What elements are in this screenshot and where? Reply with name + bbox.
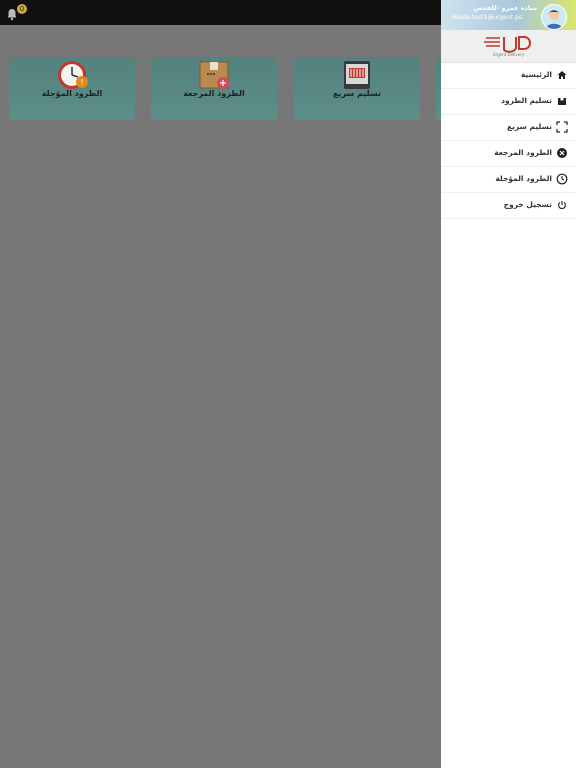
navigation-drawer: مبادة عمرو -للفحص obada-test1@urgent.ps … [441, 0, 576, 768]
menu-item-returned-parcels[interactable]: الطرود المرجعة [441, 141, 576, 167]
drawer-menu: الرئيسية تسليم الطرود تسليم سريع الطرود … [441, 63, 576, 219]
tile-quick-delivery[interactable]: تسليم سريع [294, 57, 420, 120]
close-circle-icon [557, 148, 567, 158]
clock-icon [556, 173, 568, 185]
menu-item-label: الرئيسية [520, 70, 552, 79]
menu-item-label: تسليم سريع [506, 122, 552, 131]
barcode-scan-icon [344, 61, 370, 89]
clock-icon: ! [58, 61, 88, 89]
menu-item-label: تسليم الطرود [501, 96, 552, 105]
menu-item-label: الطرود المؤجلة [495, 174, 552, 183]
menu-item-logout[interactable]: تسجيل خروج [441, 193, 576, 219]
user-email: obada-test1@urgent.ps [451, 14, 522, 21]
package-icon [558, 98, 566, 105]
menu-item-quick-delivery[interactable]: تسليم سريع [441, 115, 576, 141]
menu-item-label: الطرود المرجعة [494, 148, 552, 157]
user-avatar-icon [546, 10, 562, 29]
power-icon [558, 201, 566, 210]
tile-returned-parcels[interactable]: الطرود المرجعة [151, 57, 277, 120]
tile-label: تسليم سريع [332, 89, 382, 98]
menu-item-deliver-parcels[interactable]: تسليم الطرود [441, 89, 576, 115]
logo-band: Urgent Delivery [441, 30, 576, 63]
notification-count-badge: 0 [17, 4, 27, 14]
user-avatar[interactable] [541, 4, 567, 30]
box-return-icon [199, 61, 229, 89]
drawer-header: مبادة عمرو -للفحص obada-test1@urgent.ps [441, 0, 576, 30]
home-icon [557, 71, 567, 79]
svg-text:!: ! [80, 78, 83, 87]
menu-item-home[interactable]: الرئيسية [441, 63, 576, 89]
logo-text: Urgent Delivery [492, 52, 525, 57]
menu-item-postponed-parcels[interactable]: الطرود المؤجلة [441, 167, 576, 193]
notification-button[interactable]: 0 [5, 2, 27, 22]
tile-label: الطرود المرجعة [183, 89, 245, 98]
scan-frame-icon [556, 121, 568, 133]
tile-label: الطرود المؤجلة [41, 89, 103, 98]
tile-postponed-parcels[interactable]: ! الطرود المؤجلة [9, 57, 135, 120]
menu-item-label: تسجيل خروج [503, 200, 552, 209]
user-name: مبادة عمرو -للفحص [473, 4, 537, 12]
